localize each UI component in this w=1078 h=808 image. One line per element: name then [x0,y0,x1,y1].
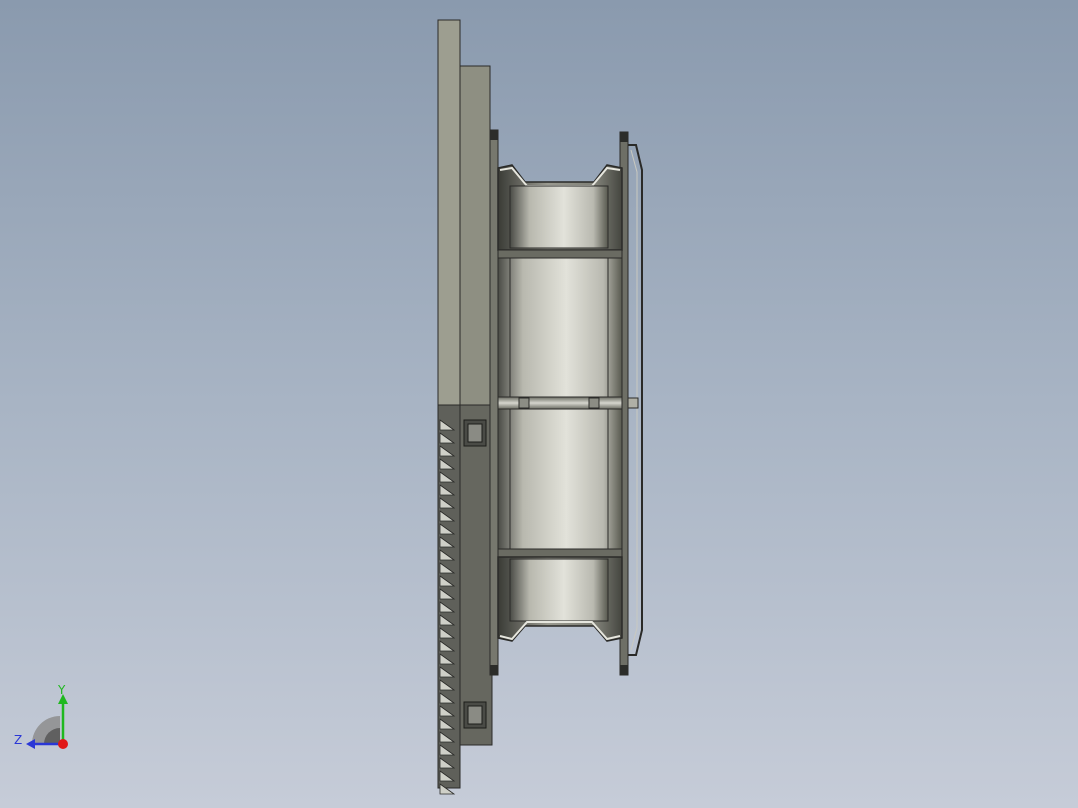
latch-clip-lower [463,701,487,729]
mounting-plate-upper [437,19,491,407]
impeller-bottom-ring [497,556,623,642]
latch-clip-upper [463,419,487,447]
impeller-lower-band [497,408,623,558]
y-axis-label: Y [57,683,66,697]
fan-assembly-model[interactable] [0,0,1078,808]
reference-triad: Y Z [14,683,68,749]
z-axis-label: Z [14,733,22,747]
impeller-hub [497,396,639,410]
x-axis-point-icon [58,739,68,749]
graphics-viewport[interactable]: Y Z [0,0,1078,808]
impeller-upper-band [497,249,623,399]
impeller-top-ring [497,164,623,251]
